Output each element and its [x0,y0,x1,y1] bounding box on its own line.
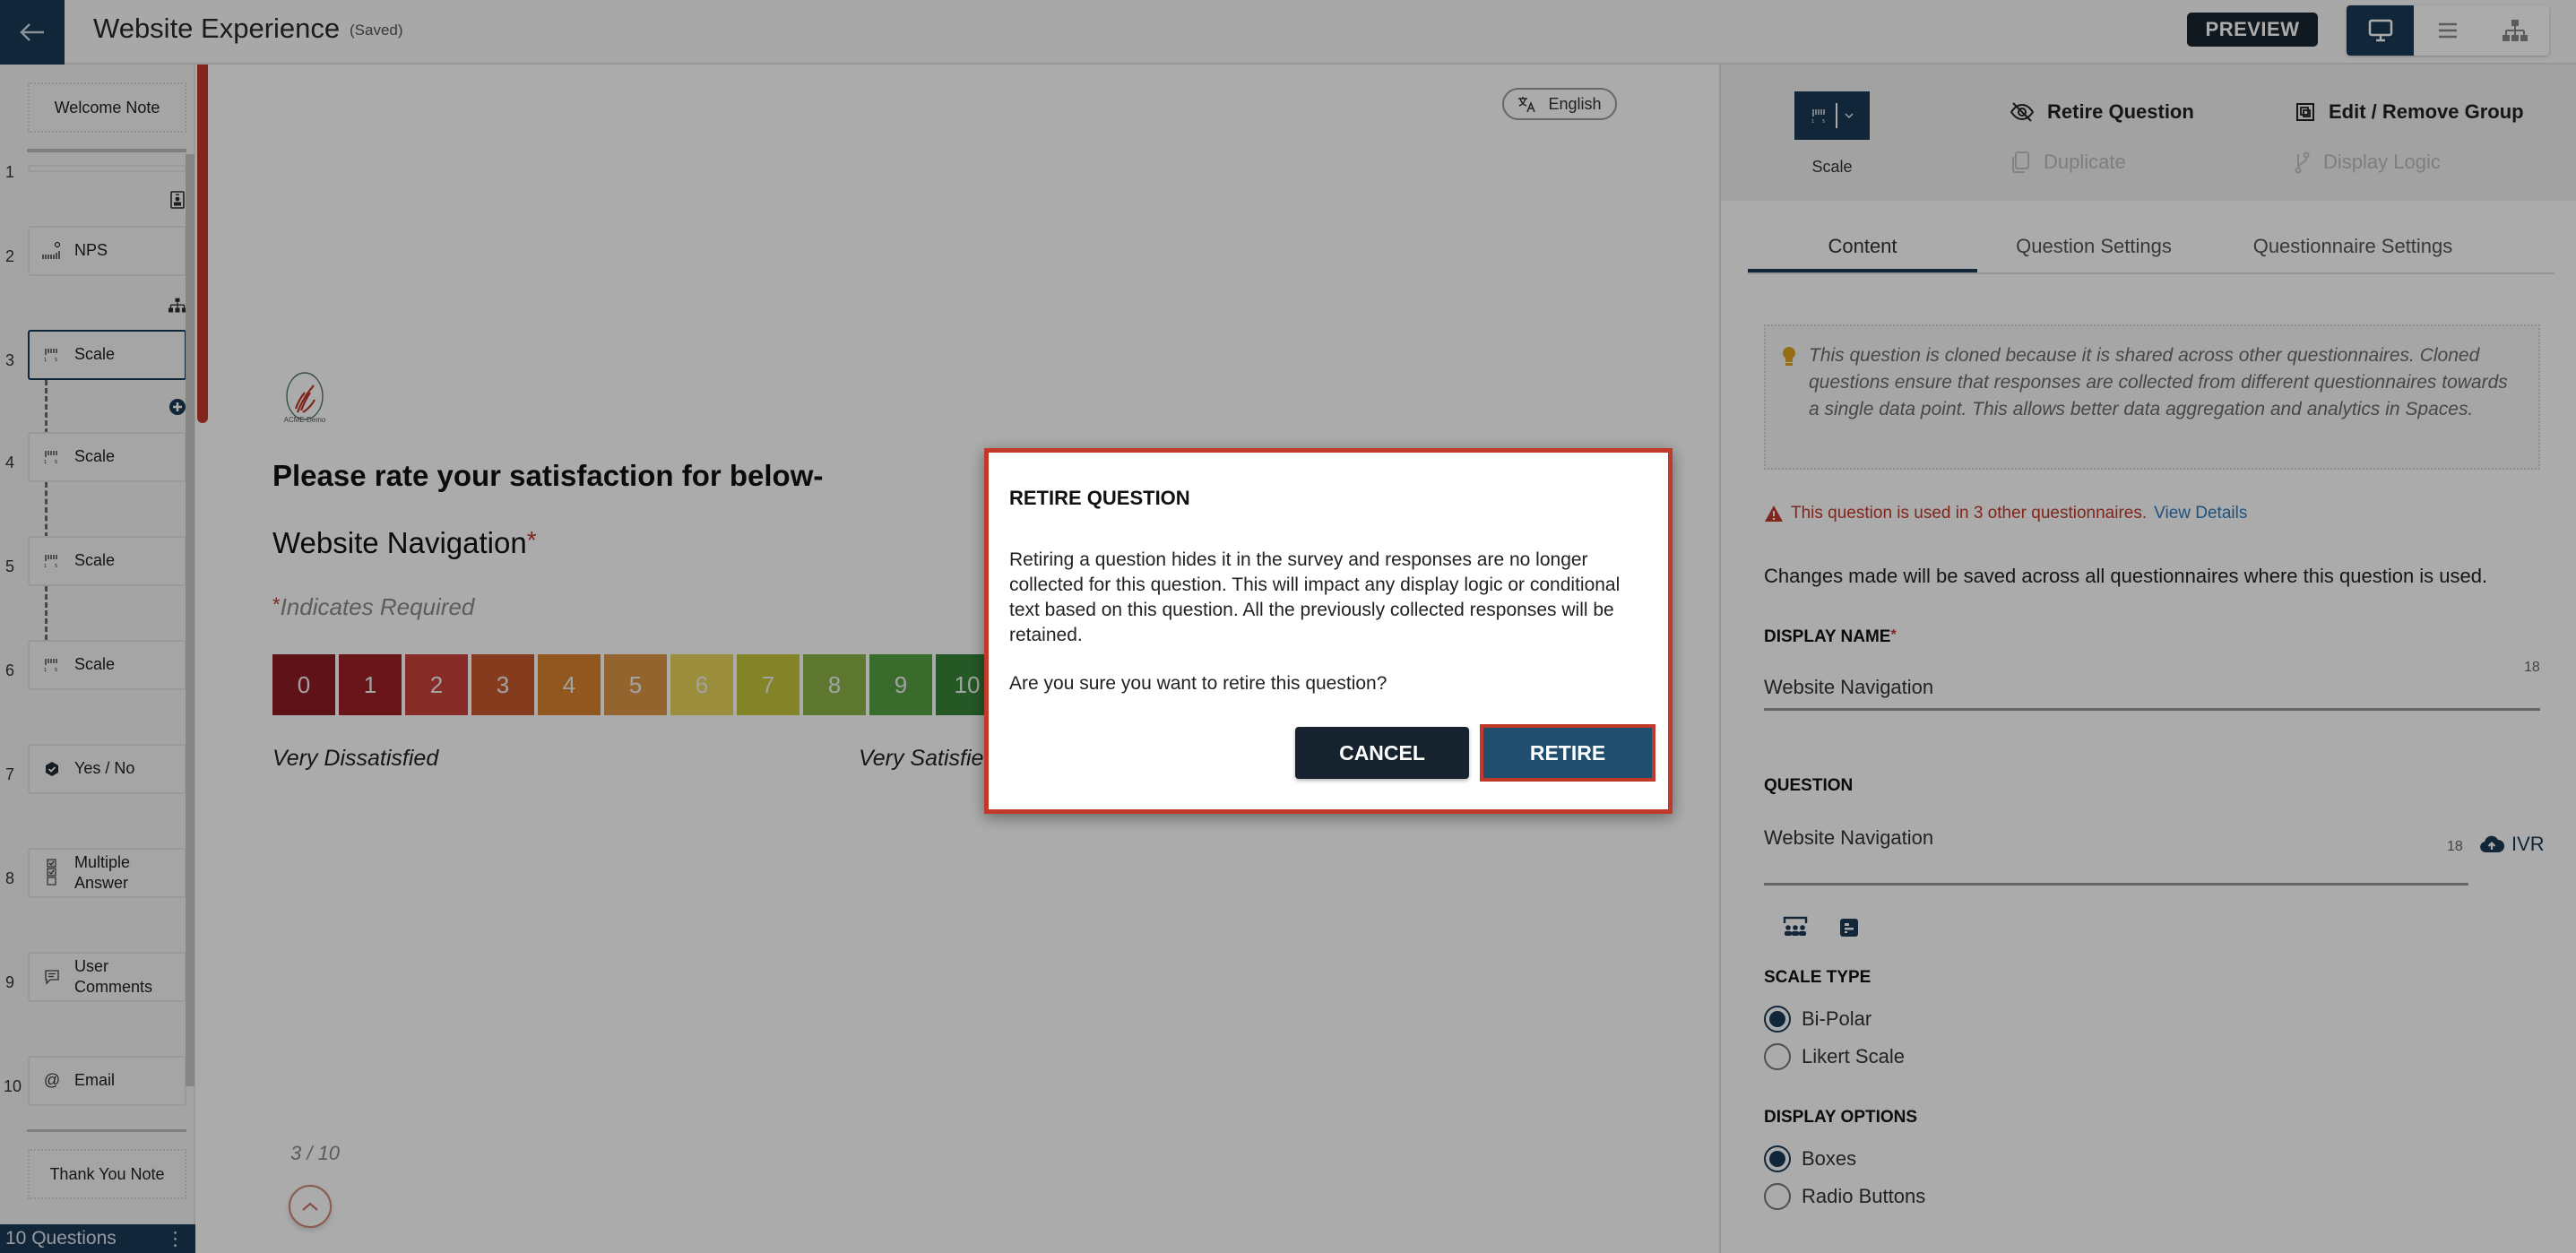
dialog-title: RETIRE QUESTION [1009,487,1190,509]
dialog-confirm-question: Are you sure you want to retire this que… [1009,673,1387,694]
retire-question-dialog: RETIRE QUESTION Retiring a question hide… [984,448,1673,814]
cancel-button[interactable]: CANCEL [1295,727,1469,779]
retire-button[interactable]: RETIRE [1480,724,1655,782]
dialog-body: Retiring a question hides it in the surv… [1009,549,1621,645]
